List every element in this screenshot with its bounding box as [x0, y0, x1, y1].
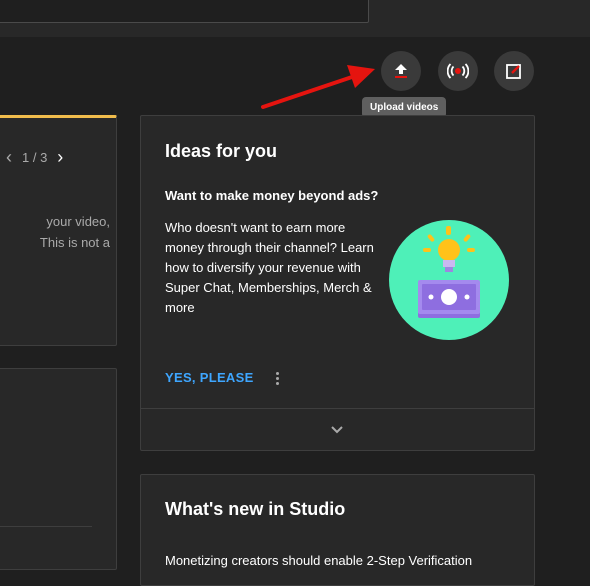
ideas-subtitle: Want to make money beyond ads? — [165, 188, 379, 203]
go-live-button[interactable] — [438, 51, 478, 91]
divider — [0, 526, 92, 527]
ideas-card: Ideas for you Want to make money beyond … — [140, 115, 535, 451]
upload-icon — [395, 64, 407, 78]
annotation-arrow — [261, 65, 375, 109]
ideas-body: Who doesn't want to earn more money thro… — [165, 220, 374, 315]
left-card-line: your video, — [46, 214, 110, 229]
chevron-down-icon[interactable] — [327, 419, 347, 439]
pager: ‹ 1 / 3 › — [6, 148, 63, 166]
more-options-icon[interactable] — [269, 369, 285, 387]
whats-new-text: Monetizing creators should enable 2-Step… — [165, 553, 473, 568]
left-card-lower — [0, 368, 117, 570]
left-card: ‹ 1 / 3 › your video, This is not a — [0, 115, 117, 346]
divider — [141, 408, 534, 409]
ideas-title: Ideas for you — [165, 141, 278, 161]
money-idea-illustration — [389, 220, 509, 340]
chevron-right-icon[interactable]: › — [57, 148, 63, 166]
top-bar — [0, 0, 590, 37]
upload-button[interactable] — [381, 51, 421, 91]
create-post-button[interactable] — [494, 51, 534, 91]
create-post-icon — [506, 64, 521, 79]
go-live-icon — [447, 63, 469, 79]
left-card-line: This is not a — [39, 235, 110, 250]
left-card-text: your video, This is not a — [0, 211, 110, 253]
whats-new-title: What's new in Studio — [165, 499, 346, 519]
chevron-left-icon[interactable]: ‹ — [6, 148, 12, 166]
search-box[interactable] — [0, 0, 369, 23]
whats-new-card: What's new in Studio Monetizing creators… — [140, 474, 535, 586]
yes-please-button[interactable]: YES, PLEASE — [165, 370, 254, 385]
pager-label: 1 / 3 — [22, 149, 48, 165]
